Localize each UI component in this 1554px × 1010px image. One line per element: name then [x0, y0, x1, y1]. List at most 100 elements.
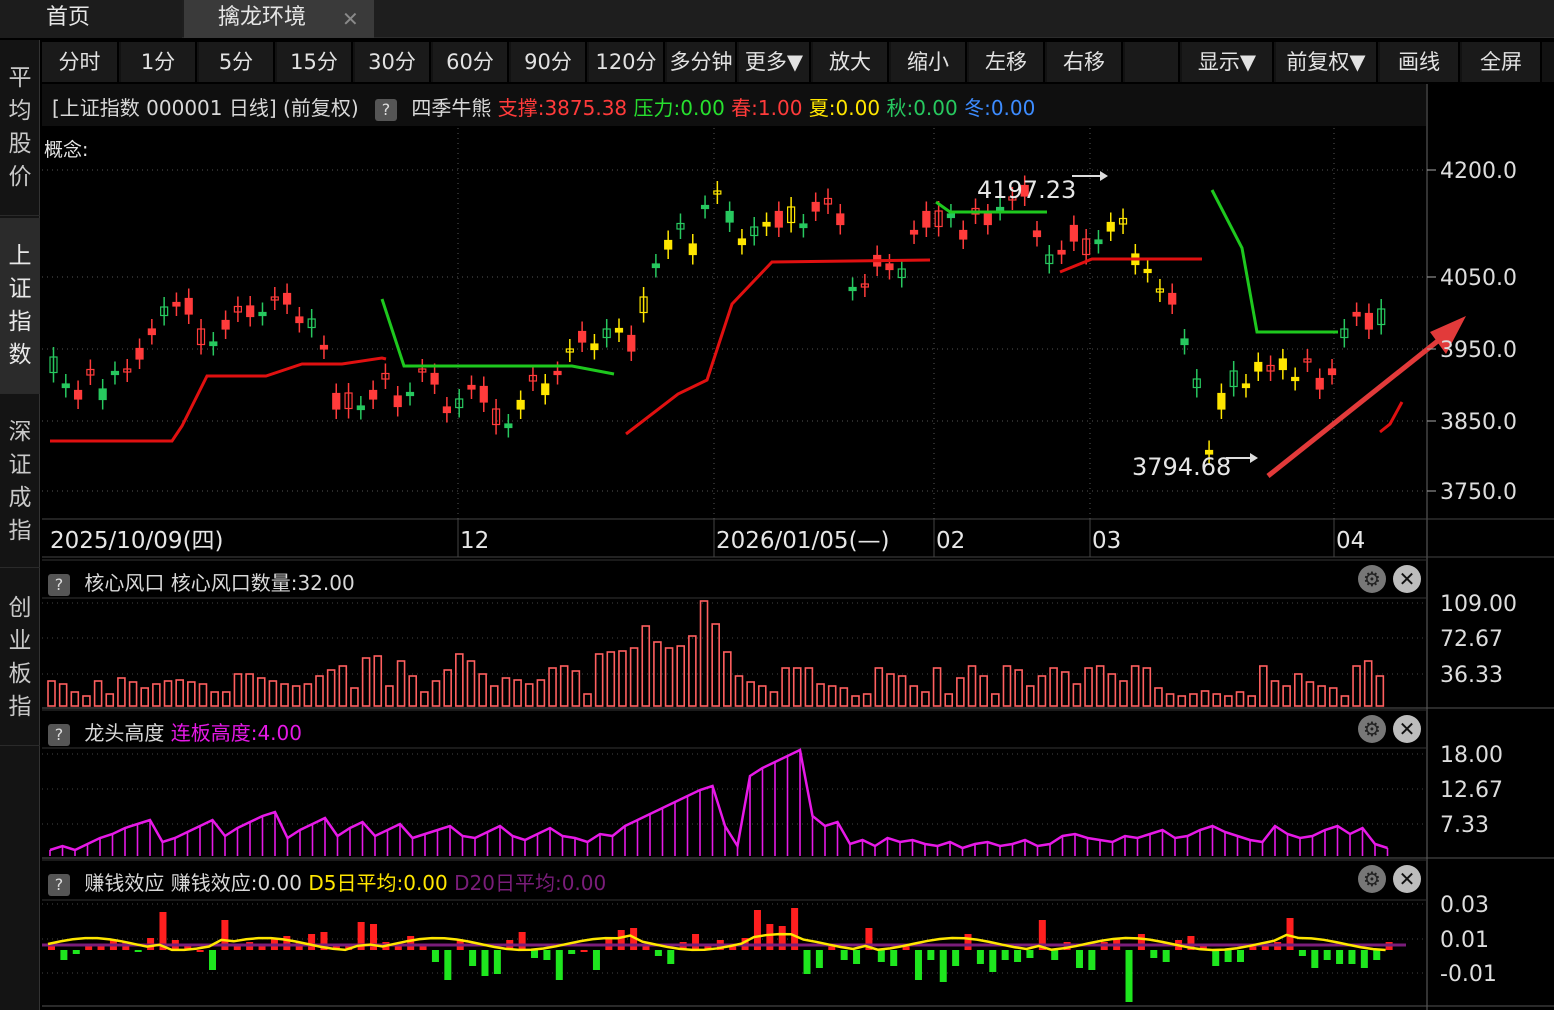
candle	[1327, 368, 1337, 376]
btn-90min[interactable]: 90分	[511, 42, 587, 82]
effect-bar	[667, 950, 675, 964]
btn-fullscreen[interactable]: 全屏	[1462, 42, 1542, 82]
effect-bar	[493, 950, 501, 974]
btn-multi-min[interactable]: 多分钟	[667, 42, 737, 82]
candle	[442, 406, 451, 414]
candle	[1032, 230, 1042, 238]
close-icon[interactable]: ✕	[1393, 715, 1421, 743]
effect-bar	[196, 950, 204, 952]
effect-bar	[1026, 950, 1034, 958]
btn-move-right[interactable]: 右移	[1047, 42, 1123, 82]
close-icon[interactable]: ✕	[1393, 865, 1421, 893]
candle	[1241, 383, 1251, 389]
sidebar-item-szse-index[interactable]: 深证成指	[0, 396, 40, 568]
panel3-d20: D20日平均:0.00	[454, 871, 607, 895]
btn-1min[interactable]: 1分	[121, 42, 197, 82]
sidebar-item-sse-index[interactable]: 上证指数	[0, 218, 40, 394]
effect-bar	[592, 950, 600, 970]
candle	[1143, 268, 1152, 274]
btn-intraday[interactable]: 分时	[42, 42, 119, 82]
btn-adjust[interactable]: 前复权▼	[1276, 42, 1378, 82]
candle	[922, 210, 931, 228]
btn-draw-line[interactable]: 画线	[1380, 42, 1460, 82]
candle	[651, 263, 660, 269]
effect-bar	[853, 950, 861, 964]
gear-icon[interactable]: ⚙	[1358, 715, 1386, 743]
top-tab-bar: 首页 擒龙环境 ✕	[0, 0, 1554, 38]
close-icon[interactable]: ✕	[1393, 565, 1421, 593]
btn-60min[interactable]: 60分	[433, 42, 509, 82]
tab-home[interactable]: 首页	[0, 0, 182, 38]
gear-icon[interactable]: ⚙	[1358, 865, 1386, 893]
effect-bar	[97, 946, 105, 950]
candle	[664, 239, 673, 250]
candle	[319, 344, 329, 350]
candle	[516, 399, 525, 410]
p2-tick-1: 18.00	[1440, 743, 1503, 768]
btn-blank	[1125, 42, 1180, 82]
help-icon[interactable]: ?	[375, 98, 397, 121]
effect-bar	[654, 950, 662, 956]
candle	[590, 343, 599, 351]
effect-bar	[1150, 950, 1158, 958]
effect-bar	[989, 950, 997, 972]
btn-5min[interactable]: 5分	[199, 42, 275, 82]
btn-zoom-in[interactable]: 放大	[813, 42, 889, 82]
gear-icon[interactable]: ⚙	[1358, 565, 1386, 593]
effect-bar	[1298, 950, 1306, 956]
btn-zoom-out[interactable]: 缩小	[891, 42, 967, 82]
btn-display[interactable]: 显示▼	[1182, 42, 1274, 82]
panel2-header: ? 龙头高度 连板高度:4.00	[48, 717, 302, 746]
candle	[430, 372, 439, 385]
p3-tick-3: -0.01	[1440, 962, 1497, 987]
panel3-value: 赚钱效应:0.00	[170, 871, 302, 895]
effect-bar	[1336, 950, 1344, 964]
effect-bar	[952, 950, 960, 966]
help-icon[interactable]: ?	[48, 723, 70, 746]
candle	[836, 213, 845, 226]
sidebar-item-chinext-index[interactable]: 创业板指	[0, 570, 40, 746]
p1-tick-2: 72.67	[1440, 627, 1503, 652]
candle	[578, 330, 587, 343]
candle	[1291, 376, 1300, 382]
panel3-d5: D5日平均:0.00	[308, 871, 448, 895]
effect-bar	[1373, 950, 1381, 960]
candle	[909, 229, 919, 235]
btn-15min[interactable]: 15分	[277, 42, 353, 82]
candle	[504, 423, 513, 429]
candle	[1106, 221, 1115, 232]
effect-bar	[308, 934, 316, 950]
effect-bar	[840, 950, 848, 960]
effect-bar	[444, 950, 452, 980]
candle	[799, 223, 808, 229]
candle	[135, 347, 144, 360]
y-tick-3750: 3750.0	[1440, 480, 1517, 505]
candle	[184, 297, 193, 315]
support-value: 支撑:3875.38	[497, 96, 628, 120]
panel1-header: ? 核心风口 核心风口数量:32.00	[48, 567, 355, 596]
candle	[811, 201, 820, 212]
p1-tick-1: 109.00	[1440, 592, 1517, 617]
candle	[553, 370, 562, 376]
effect-bar	[258, 946, 266, 950]
candle	[110, 370, 120, 376]
close-icon[interactable]: ✕	[342, 0, 359, 38]
candle	[1315, 377, 1324, 390]
candle	[209, 341, 218, 347]
candle	[98, 388, 107, 401]
btn-120min[interactable]: 120分	[589, 42, 665, 82]
effect-bar	[134, 950, 142, 952]
effect-bar	[481, 950, 489, 976]
btn-more[interactable]: 更多▼	[739, 42, 811, 82]
effect-bar	[60, 950, 68, 960]
candle	[762, 221, 771, 227]
concept-label: 概念:	[44, 139, 89, 161]
candle	[946, 213, 956, 219]
sidebar-item-avg-price[interactable]: 平均股价	[0, 40, 40, 216]
help-icon[interactable]: ?	[48, 873, 70, 896]
panel2-title: 龙头高度	[84, 721, 165, 745]
panel2-value: 连板高度:4.00	[170, 721, 302, 745]
btn-move-left[interactable]: 左移	[969, 42, 1045, 82]
btn-30min[interactable]: 30分	[355, 42, 431, 82]
help-icon[interactable]: ?	[48, 573, 70, 596]
